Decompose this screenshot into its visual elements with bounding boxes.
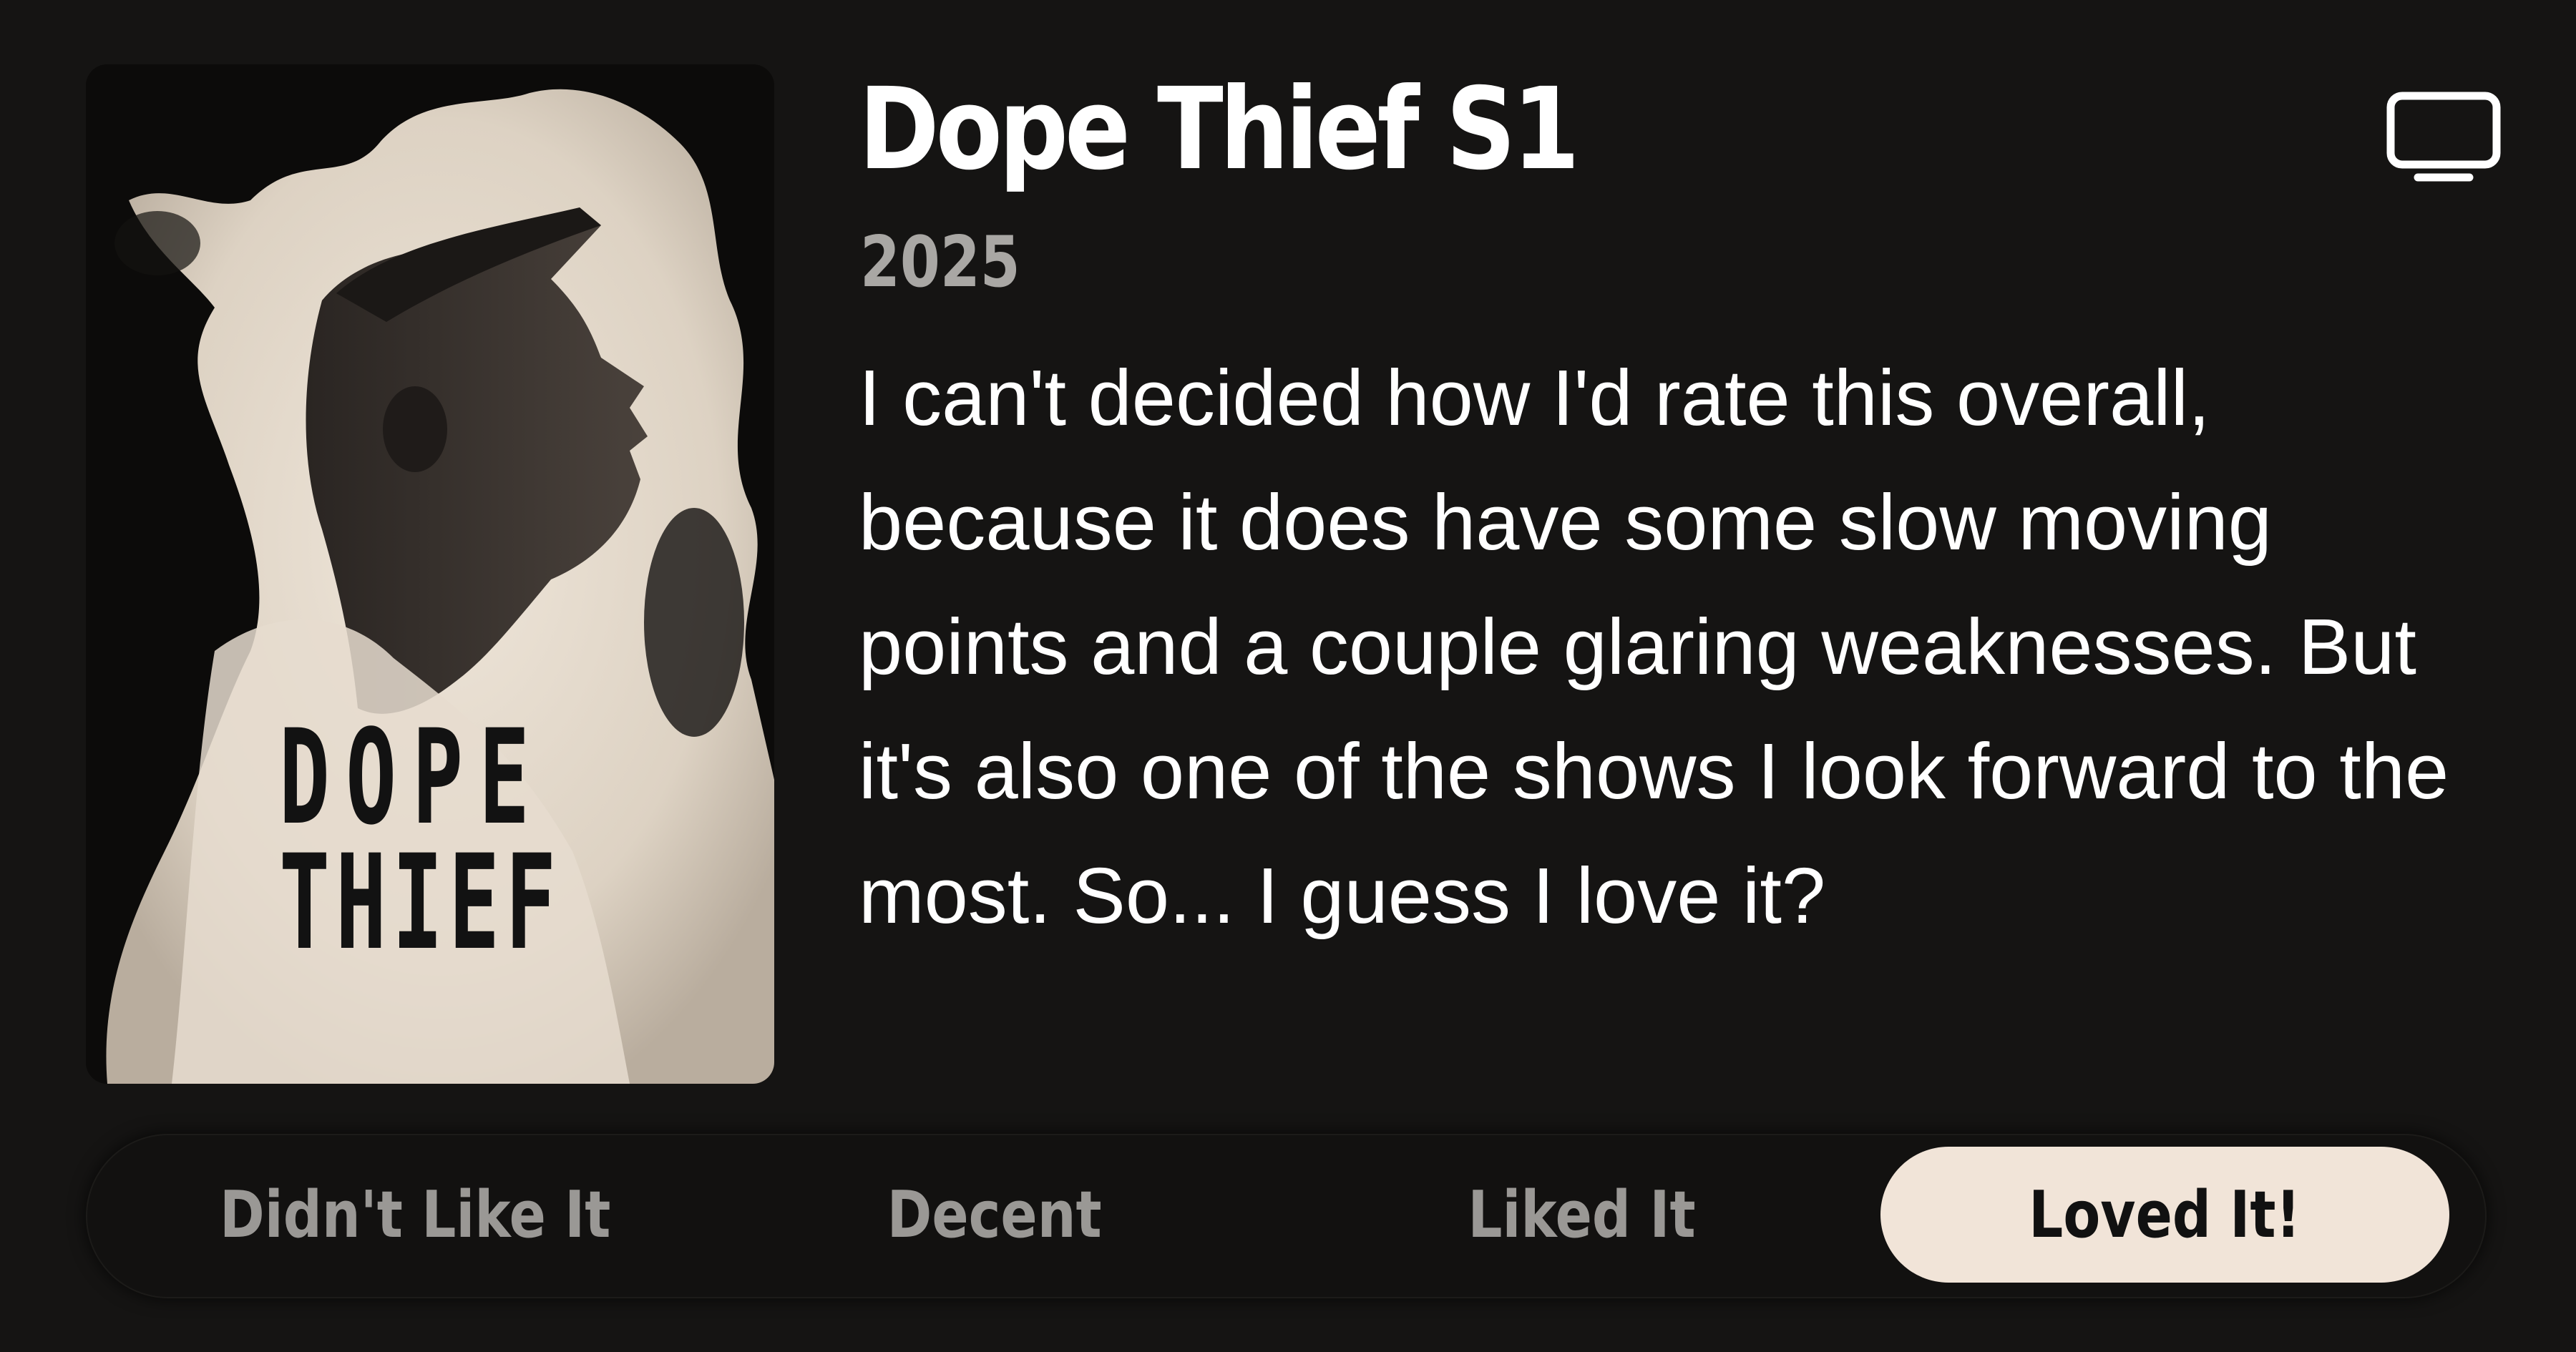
rating-option-label: Decent (887, 1177, 1103, 1253)
poster-title-line2: THIEF (279, 826, 562, 979)
poster-title-line1: DOPE (279, 700, 546, 854)
rating-option-label: Liked It (1467, 1177, 1696, 1253)
rating-option-liked-it[interactable]: Liked It (1295, 1147, 1868, 1283)
rating-option-label: Didn't Like It (219, 1177, 611, 1253)
rating-option-label: Loved It! (2029, 1177, 2301, 1253)
show-title: Dope Thief S1 (859, 64, 1580, 195)
rating-option-didnt-like-it[interactable]: Didn't Like It (129, 1147, 701, 1283)
rating-selector: Didn't Like It Decent Liked It Loved It! (86, 1134, 2487, 1298)
poster-image[interactable]: DOPE THIEF (86, 64, 774, 1084)
rating-option-loved-it[interactable]: Loved It! (1880, 1147, 2449, 1283)
tv-icon[interactable] (2386, 92, 2501, 185)
rating-option-decent[interactable]: Decent (708, 1147, 1281, 1283)
review-text: I can't decided how I'd rate this overal… (859, 354, 2449, 940)
release-year: 2025 (860, 222, 1020, 303)
